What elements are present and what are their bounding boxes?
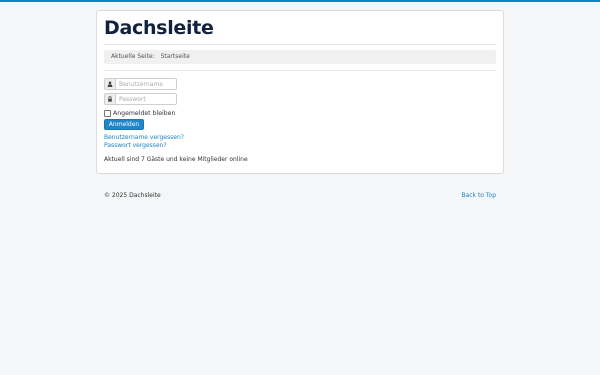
breadcrumb: Aktuelle Seite: Startseite (104, 50, 496, 64)
remember-label: Angemeldet bleiben (113, 109, 176, 117)
back-to-top-link[interactable]: Back to Top (461, 192, 496, 199)
forgot-username-link[interactable]: Benutzername vergessen? (104, 134, 184, 141)
breadcrumb-label: Aktuelle Seite: (111, 53, 155, 60)
top-accent-bar (0, 0, 600, 2)
user-icon (105, 79, 116, 89)
breadcrumb-current: Startseite (160, 53, 190, 60)
username-field (104, 78, 177, 90)
main-card: Dachsleite Aktuelle Seite: Startseite Ang… (96, 10, 504, 174)
divider (104, 44, 496, 45)
password-field (104, 93, 177, 105)
password-input[interactable] (116, 94, 176, 104)
login-button[interactable]: Anmelden (104, 119, 144, 130)
lock-icon (105, 94, 116, 104)
remember-me[interactable]: Angemeldet bleiben (104, 109, 175, 117)
username-input[interactable] (116, 79, 176, 89)
site-title[interactable]: Dachsleite (104, 17, 214, 39)
online-status: Aktuell sind 7 Gäste und keine Mitgliede… (104, 156, 248, 163)
footer-copyright: © 2025 Dachsleite (104, 192, 161, 199)
remember-checkbox[interactable] (104, 109, 111, 117)
divider (104, 70, 496, 71)
forgot-password-link[interactable]: Passwort vergessen? (104, 142, 167, 149)
